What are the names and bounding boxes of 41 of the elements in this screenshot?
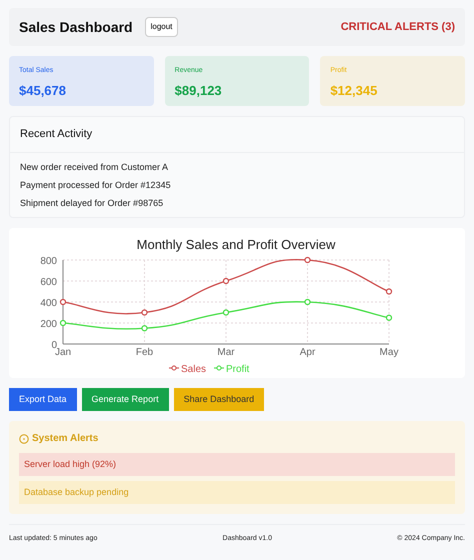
chart-title: Monthly Sales and Profit Overview	[136, 237, 336, 252]
activity-item: Shipment delayed for Order #98765	[20, 197, 164, 209]
legend-label: Profit	[226, 364, 250, 375]
data-point	[304, 298, 311, 306]
alerts-title: System Alerts	[32, 432, 98, 446]
data-point	[386, 288, 392, 295]
activity-item: Payment processed for Order #12345	[20, 179, 172, 191]
info-icon	[19, 434, 29, 444]
critical-alerts-label: CRITICAL ALERTS (3)	[340, 20, 455, 35]
action-button[interactable]: Share Dashboard	[174, 388, 264, 411]
data-point	[141, 325, 148, 332]
stat-value: $12,345	[330, 82, 378, 100]
data-point	[222, 278, 230, 284]
activity-item: New order received from Customer A	[20, 161, 170, 173]
action-button[interactable]: Export Data	[9, 388, 77, 411]
axis-tick-label: Feb	[136, 347, 154, 358]
axis-tick-label: 800	[40, 256, 57, 267]
axis-tick-label: 200	[40, 319, 57, 330]
axis-tick-label: 600	[40, 277, 57, 288]
data-point	[60, 320, 66, 326]
card-title: Recent Activity	[20, 127, 92, 142]
alert-row: Database backup pending	[19, 481, 455, 504]
logout-button[interactable]: logout	[144, 17, 178, 37]
alert-row: Server load high (92%)	[19, 453, 455, 476]
legend-marker-icon	[168, 366, 180, 370]
data-point	[386, 314, 392, 321]
data-point	[222, 309, 230, 316]
stat-value: $89,123	[174, 82, 223, 100]
legend-marker-icon	[214, 366, 224, 370]
data-point	[304, 256, 311, 264]
axis-tick-label: 400	[40, 298, 57, 309]
axis-tick-label: May	[380, 347, 398, 358]
page-title: Sales Dashboard	[19, 18, 133, 36]
stat-value: $45,678	[19, 82, 67, 100]
data-point	[60, 298, 66, 306]
data-point	[141, 309, 148, 316]
axis-tick-label: Apr	[300, 347, 316, 358]
axis-tick-label: Jan	[54, 347, 72, 358]
legend-label: Sales	[181, 364, 206, 375]
axis-tick-label: Mar	[217, 347, 235, 358]
axis-tick-label: 0	[51, 340, 57, 351]
